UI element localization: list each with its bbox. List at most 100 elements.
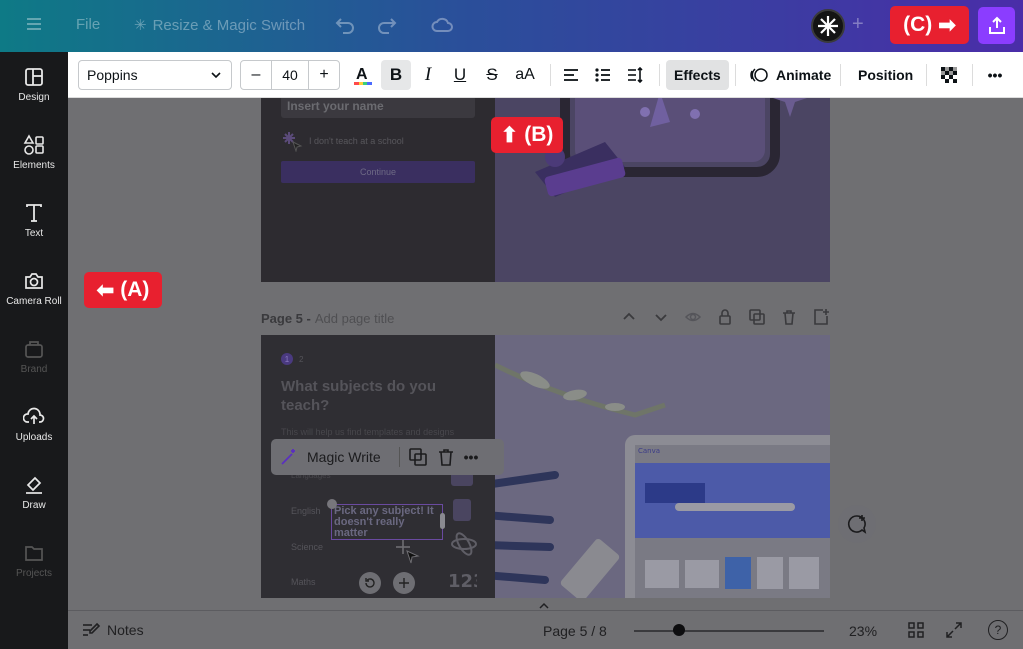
laptop-brand-text: Canva	[638, 447, 660, 455]
brand-icon	[25, 341, 43, 358]
line-spacing-button[interactable]	[620, 60, 650, 90]
trash-icon[interactable]	[780, 308, 798, 326]
option-maths[interactable]: Maths	[291, 577, 316, 587]
decrease-font-size-button[interactable]: –	[241, 61, 271, 89]
font-family-select[interactable]: Poppins	[78, 60, 232, 90]
share-export-button[interactable]	[978, 7, 1015, 44]
chevron-up-icon[interactable]	[620, 308, 638, 326]
undo-icon[interactable]	[334, 14, 356, 36]
position-button[interactable]: Position	[850, 60, 921, 90]
subject-subtext: This will help us find templates and des…	[281, 427, 455, 437]
callout-c: (C) ➡	[890, 6, 969, 44]
name-input[interactable]: Insert your name	[281, 96, 475, 118]
add-page-title-input[interactable]: Add page title	[315, 311, 395, 326]
chevron-down-icon	[211, 72, 221, 79]
help-button[interactable]: ?	[988, 620, 1008, 640]
divider	[550, 64, 551, 86]
notes-button[interactable]: Notes	[81, 621, 144, 639]
rotate-handle[interactable]	[327, 499, 337, 509]
fullscreen-icon[interactable]	[945, 621, 963, 639]
subject-heading: What subjects do you teach?	[281, 378, 437, 414]
chevron-down-icon[interactable]	[652, 308, 670, 326]
increase-font-size-button[interactable]: +	[309, 61, 339, 89]
left-sidebar: Design Elements Text Camera Roll Brand U…	[0, 52, 68, 649]
animate-button[interactable]: Animate	[742, 60, 839, 90]
text-icon	[26, 204, 42, 222]
more-options-button[interactable]: •••	[980, 60, 1010, 90]
rotate-button[interactable]	[359, 572, 381, 594]
sparkle-icon: ✳	[134, 17, 147, 34]
underline-button[interactable]: U	[445, 60, 475, 90]
trash-icon[interactable]	[436, 447, 456, 467]
transparency-button[interactable]	[934, 60, 964, 90]
atom-icon	[451, 532, 477, 556]
bold-button[interactable]: B	[381, 60, 411, 90]
sidebar-item-label: Design	[18, 92, 50, 103]
effects-button[interactable]: Effects	[666, 60, 729, 90]
grid-view-icon[interactable]	[907, 621, 925, 639]
page-5-photo: Canva	[495, 335, 830, 598]
magic-wand-icon	[281, 449, 295, 465]
sidebar-item-camera-roll[interactable]: Camera Roll	[0, 270, 68, 307]
italic-button[interactable]: I	[413, 60, 443, 90]
upload-cloud-icon	[23, 407, 45, 424]
add-collaborator-icon[interactable]: +	[852, 13, 864, 36]
zoom-slider-track[interactable]	[634, 624, 824, 636]
chevron-up-icon[interactable]	[538, 601, 550, 611]
sparkle-cursor-icon	[283, 132, 303, 152]
add-page-icon[interactable]	[812, 308, 830, 326]
school-checkbox-row[interactable]: I don't teach at a school	[281, 130, 404, 152]
user-avatar[interactable]	[811, 9, 845, 43]
page-actions	[620, 308, 830, 326]
text-color-button[interactable]: A	[348, 60, 378, 90]
cloud-save-icon[interactable]	[430, 14, 454, 36]
sidebar-item-label: Text	[24, 228, 44, 239]
continue-button[interactable]: Continue	[281, 161, 475, 183]
step-indicator: 1 2	[281, 353, 303, 365]
callout-b: ⬆ (B)	[491, 117, 563, 153]
rotate-icon	[365, 578, 375, 588]
eye-icon[interactable]	[684, 308, 702, 326]
lock-icon[interactable]	[716, 308, 734, 326]
comment-button[interactable]	[838, 505, 876, 543]
sidebar-item-draw[interactable]: Draw	[0, 474, 68, 511]
resize-handle[interactable]	[440, 513, 445, 529]
option-english[interactable]: English	[291, 506, 321, 516]
redo-icon[interactable]	[376, 14, 398, 36]
option-science[interactable]: Science	[291, 542, 323, 552]
sidebar-item-uploads[interactable]: Uploads	[0, 406, 68, 443]
step-2: 2	[299, 354, 304, 364]
file-menu[interactable]: File	[76, 16, 100, 33]
page-indicator[interactable]: Page 5 / 8	[543, 623, 607, 639]
more-options-button[interactable]: •••	[464, 449, 479, 465]
zoom-level[interactable]: 23%	[849, 623, 877, 639]
camera-icon	[25, 273, 43, 289]
resize-label: Resize & Magic Switch	[152, 16, 306, 34]
move-button[interactable]	[393, 572, 415, 594]
font-size-input[interactable]: 40	[271, 61, 309, 89]
selected-text-box[interactable]: Pick any subject! It doesn't really matt…	[331, 504, 443, 540]
sidebar-item-design[interactable]: Design	[0, 66, 68, 103]
sidebar-item-brand: Brand	[0, 338, 68, 375]
divider	[840, 64, 841, 86]
line-spacing-icon	[628, 66, 643, 84]
align-left-button[interactable]	[556, 60, 586, 90]
magic-write-button[interactable]: Magic Write	[307, 449, 381, 465]
resize-magic-switch-button[interactable]: ✳ Resize & Magic Switch	[134, 16, 306, 35]
sidebar-item-label: Projects	[15, 568, 53, 579]
letter-case-button[interactable]: aA	[509, 60, 541, 90]
zoom-slider-thumb[interactable]	[673, 624, 686, 636]
callout-c-label: (C)	[903, 13, 933, 36]
arrow-up-icon: ⬆	[500, 123, 519, 147]
strikethrough-button[interactable]: S	[477, 60, 507, 90]
notes-icon	[83, 622, 101, 636]
duplicate-icon[interactable]	[408, 447, 428, 467]
menu-icon[interactable]	[24, 14, 44, 34]
sidebar-item-elements[interactable]: Elements	[0, 134, 68, 171]
duplicate-icon[interactable]	[748, 308, 766, 326]
sidebar-item-text[interactable]: Text	[0, 202, 68, 239]
divider	[659, 64, 660, 86]
font-name: Poppins	[87, 67, 138, 83]
bullet-list-button[interactable]	[588, 60, 618, 90]
checkbox-label: I don't teach at a school	[309, 136, 404, 146]
